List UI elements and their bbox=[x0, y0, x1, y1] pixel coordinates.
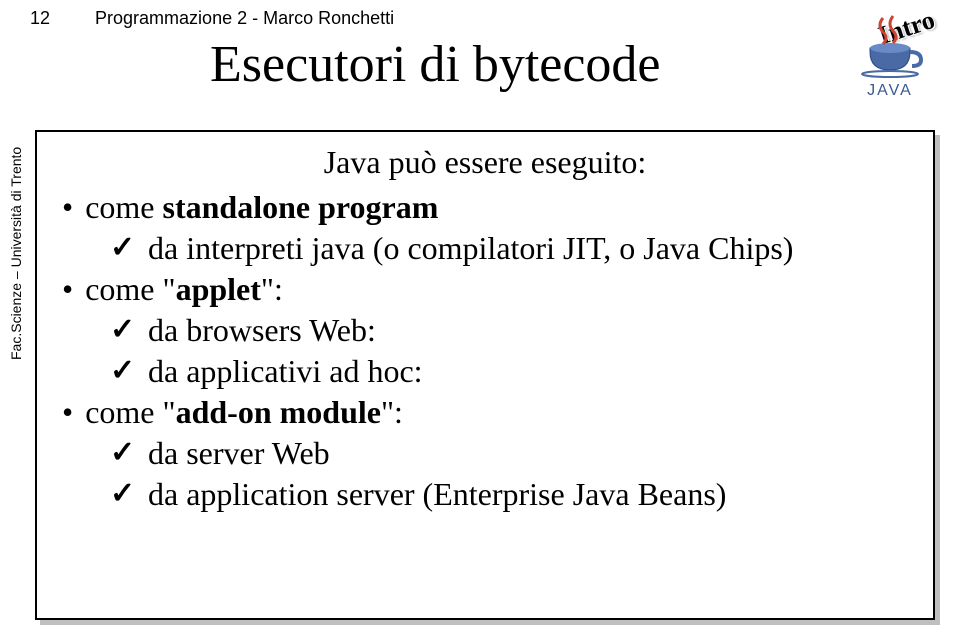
affiliation-sidebar: Fac.Scienze – Università di Trento bbox=[8, 147, 24, 360]
bullet-addon: come "add-on module": bbox=[62, 394, 908, 431]
course-title: Programmazione 2 - Marco Ronchetti bbox=[95, 8, 394, 29]
bullet-addon-sub1: da server Web bbox=[110, 435, 908, 472]
bullet-standalone-sub1: da interpreti java (o compilatori JIT, o… bbox=[110, 230, 908, 267]
bullet-applet-sub2: da applicativi ad hoc: bbox=[110, 353, 908, 390]
java-logo-text: JAVA bbox=[867, 82, 913, 100]
bullet-applet-sub1: da browsers Web: bbox=[110, 312, 908, 349]
page-number: 12 bbox=[30, 8, 50, 29]
slide-title: Esecutori di bytecode bbox=[210, 35, 661, 94]
content-box: Java può essere eseguito: come standalon… bbox=[35, 130, 935, 620]
bullet-addon-sub2: da application server (Enterprise Java B… bbox=[110, 476, 908, 513]
intro-line: Java può essere eseguito: bbox=[62, 144, 908, 181]
slide-header: 12 Programmazione 2 - Marco Ronchetti bbox=[0, 8, 960, 29]
java-cup-icon bbox=[855, 10, 925, 80]
bullet-standalone: come standalone program bbox=[62, 189, 908, 226]
java-logo: Intro JAVA bbox=[840, 10, 940, 125]
bullet-applet: come "applet": bbox=[62, 271, 908, 308]
